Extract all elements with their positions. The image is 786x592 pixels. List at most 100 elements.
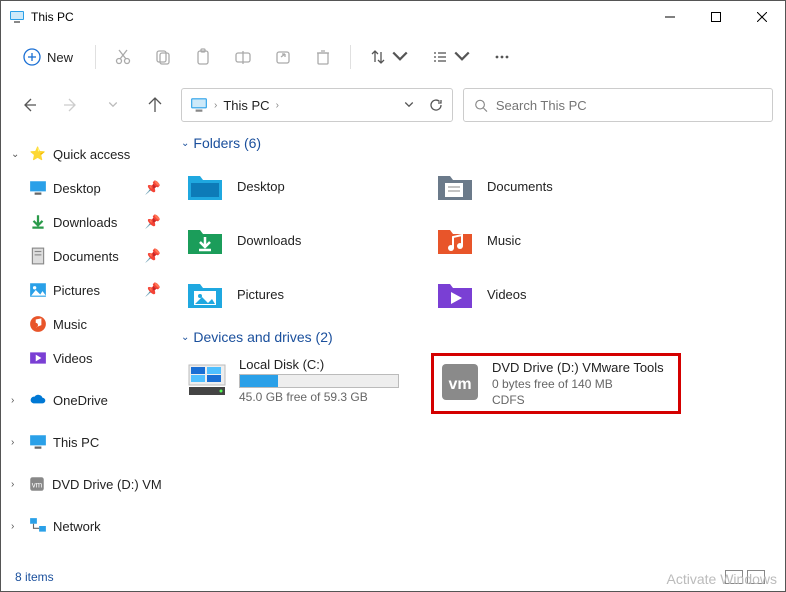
documents-folder-icon xyxy=(435,166,475,206)
search-input[interactable] xyxy=(496,98,762,113)
downloads-folder-icon xyxy=(185,220,225,260)
chevron-down-icon[interactable] xyxy=(404,100,414,110)
folder-desktop[interactable]: Desktop xyxy=(181,159,431,213)
address-box[interactable]: › This PC › xyxy=(181,88,453,122)
titlebar: This PC xyxy=(1,1,785,33)
status-item-count: 8 items xyxy=(15,570,54,584)
separator xyxy=(95,45,96,69)
separator xyxy=(350,45,351,69)
arrow-up-icon xyxy=(147,97,163,113)
sidebar-item-music[interactable]: Music xyxy=(5,307,167,341)
drives-header[interactable]: ⌄Devices and drives (2) xyxy=(181,329,775,345)
rename-icon xyxy=(234,48,252,66)
sidebar-item-network[interactable]: ›Network xyxy=(5,509,167,543)
minimize-button[interactable] xyxy=(647,1,693,33)
window-title: This PC xyxy=(31,10,74,24)
download-icon xyxy=(29,213,47,231)
cloud-icon xyxy=(29,391,47,409)
crumb-thispc[interactable]: This PC xyxy=(223,98,269,113)
videos-folder-icon xyxy=(435,274,475,314)
pictures-folder-icon xyxy=(185,274,225,314)
view-icon xyxy=(431,48,449,66)
videos-icon xyxy=(29,349,47,367)
desktop-folder-icon xyxy=(185,166,225,206)
maximize-button[interactable] xyxy=(693,1,739,33)
sidebar-item-onedrive[interactable]: ›OneDrive xyxy=(5,383,167,417)
drive-free-text: 0 bytes free of 140 MB xyxy=(492,377,664,391)
thispc-icon xyxy=(29,433,47,451)
address-bar: › This PC › xyxy=(1,81,785,129)
drive-name: Local Disk (C:) xyxy=(239,357,399,372)
copy-button[interactable] xyxy=(144,39,182,75)
folders-header[interactable]: ⌄Folders (6) xyxy=(181,135,775,151)
disc-icon: vm xyxy=(28,475,46,493)
folder-music[interactable]: Music xyxy=(431,213,681,267)
sidebar-item-downloads[interactable]: Downloads📌 xyxy=(5,205,167,239)
svg-text:vm: vm xyxy=(448,376,471,393)
sidebar-item-pictures[interactable]: Pictures📌 xyxy=(5,273,167,307)
more-icon xyxy=(493,48,511,66)
delete-button[interactable] xyxy=(304,39,342,75)
star-icon: ⭐ xyxy=(29,145,47,163)
main-pane: ⌄Folders (6) Desktop Documents Downloads… xyxy=(171,129,785,563)
refresh-icon[interactable] xyxy=(428,97,444,113)
sidebar: ⌄⭐Quick access Desktop📌 Downloads📌 Docum… xyxy=(1,129,171,563)
sidebar-item-quickaccess[interactable]: ⌄⭐Quick access xyxy=(5,137,167,171)
document-icon xyxy=(29,247,47,265)
folder-pictures[interactable]: Pictures xyxy=(181,267,431,321)
paste-button[interactable] xyxy=(184,39,222,75)
chevron-down-icon xyxy=(108,100,118,110)
new-button[interactable]: New xyxy=(9,39,87,75)
toolbar: New xyxy=(1,33,785,81)
rename-button[interactable] xyxy=(224,39,262,75)
share-icon xyxy=(274,48,292,66)
arrow-right-icon xyxy=(63,97,79,113)
music-folder-icon xyxy=(435,220,475,260)
sidebar-item-documents[interactable]: Documents📌 xyxy=(5,239,167,273)
music-icon xyxy=(29,315,47,333)
svg-text:vm: vm xyxy=(32,480,43,489)
drive-usage-bar xyxy=(239,374,399,388)
close-button[interactable] xyxy=(739,1,785,33)
cut-button[interactable] xyxy=(104,39,142,75)
copy-icon xyxy=(154,48,172,66)
delete-icon xyxy=(314,48,332,66)
arrow-left-icon xyxy=(21,97,37,113)
thispc-icon xyxy=(190,96,208,114)
chevron-down-icon xyxy=(391,48,409,66)
crumb-sep: › xyxy=(276,100,279,111)
view-button[interactable] xyxy=(421,39,481,75)
drive-fs-text: CDFS xyxy=(492,393,664,407)
sort-icon xyxy=(369,48,387,66)
paste-icon xyxy=(194,48,212,66)
recent-button[interactable] xyxy=(97,89,129,121)
pin-icon: 📌 xyxy=(145,282,161,298)
pin-icon: 📌 xyxy=(145,248,161,264)
more-button[interactable] xyxy=(483,39,521,75)
search-icon xyxy=(474,98,488,113)
sort-button[interactable] xyxy=(359,39,419,75)
drive-icon xyxy=(185,357,229,401)
sidebar-item-videos[interactable]: Videos xyxy=(5,341,167,375)
forward-button[interactable] xyxy=(55,89,87,121)
back-button[interactable] xyxy=(13,89,45,121)
desktop-icon xyxy=(29,179,47,197)
pin-icon: 📌 xyxy=(145,214,161,230)
sidebar-item-dvd[interactable]: ›vmDVD Drive (D:) VMw xyxy=(5,467,167,501)
new-label: New xyxy=(47,50,73,65)
pin-icon: 📌 xyxy=(145,180,161,196)
sidebar-item-thispc[interactable]: ›This PC xyxy=(5,425,167,459)
search-box[interactable] xyxy=(463,88,773,122)
crumb-sep: › xyxy=(214,100,217,111)
network-icon xyxy=(29,517,47,535)
sidebar-item-desktop[interactable]: Desktop📌 xyxy=(5,171,167,205)
drive-local-c[interactable]: Local Disk (C:) 45.0 GB free of 59.3 GB xyxy=(181,353,431,414)
folder-documents[interactable]: Documents xyxy=(431,159,681,213)
drive-dvd-d[interactable]: vm DVD Drive (D:) VMware Tools 0 bytes f… xyxy=(431,353,681,414)
up-button[interactable] xyxy=(139,89,171,121)
share-button[interactable] xyxy=(264,39,302,75)
folder-downloads[interactable]: Downloads xyxy=(181,213,431,267)
folder-videos[interactable]: Videos xyxy=(431,267,681,321)
pictures-icon xyxy=(29,281,47,299)
thispc-icon xyxy=(9,9,25,25)
